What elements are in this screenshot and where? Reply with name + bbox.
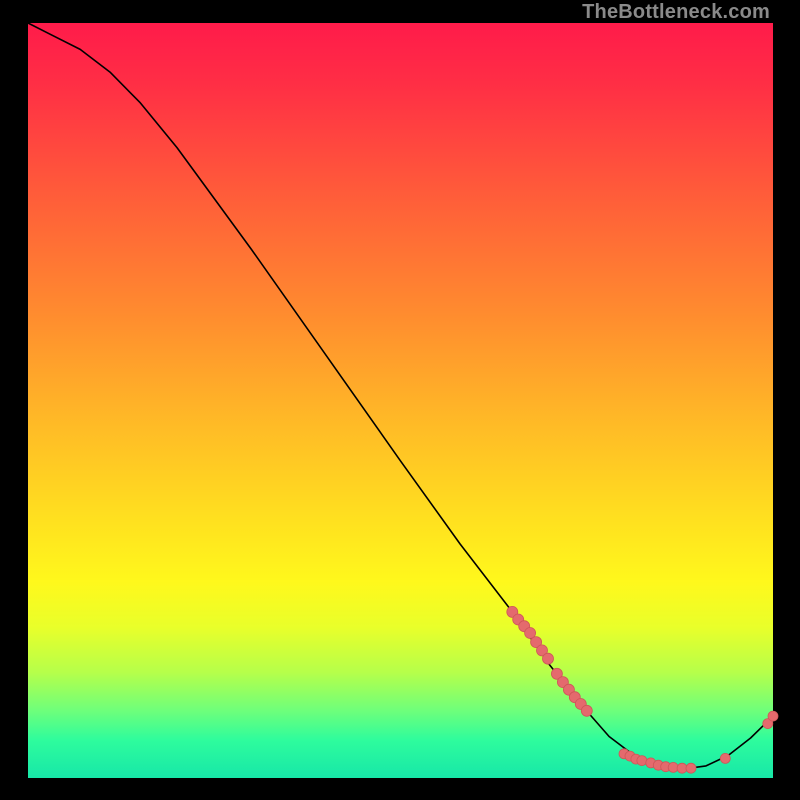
watermark-text: TheBottleneck.com [582, 2, 770, 22]
data-point [637, 756, 647, 766]
chart-overlay-svg [28, 23, 773, 778]
data-point [720, 753, 730, 763]
data-points-band-lower [619, 749, 730, 773]
bottleneck-curve [28, 23, 773, 769]
chart-stage: TheBottleneck.com [0, 0, 800, 800]
data-points-band-upper [507, 606, 593, 716]
data-point [677, 763, 687, 773]
chart-plot-area [28, 23, 773, 778]
data-point [768, 711, 778, 721]
data-point [543, 653, 554, 664]
data-point [686, 763, 696, 773]
data-point [668, 762, 678, 772]
data-point [581, 705, 592, 716]
data-points-far-right [763, 711, 778, 729]
